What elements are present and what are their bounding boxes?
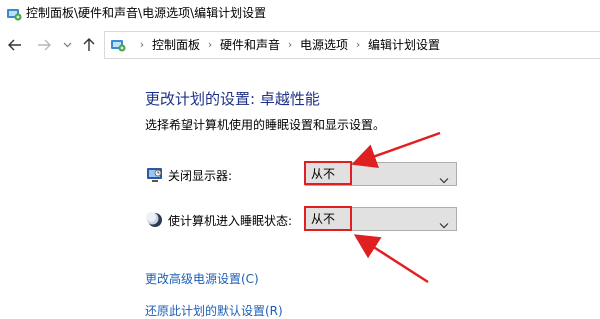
recent-locations-button[interactable]: [61, 36, 73, 54]
annotation-arrow: [351, 131, 441, 169]
chevron-right-icon[interactable]: ›: [284, 37, 296, 53]
setting-label-display: 关闭显示器:: [168, 169, 233, 183]
breadcrumb-item-edit-plan[interactable]: 编辑计划设置: [368, 37, 440, 53]
setting-label-sleep: 使计算机进入睡眠状态:: [168, 214, 293, 228]
navigation-bar: › 控制面板 › 硬件和声音 › 电源选项 › 编辑计划设置: [0, 28, 600, 62]
breadcrumb-item-hardware-sound[interactable]: 硬件和声音: [220, 37, 280, 53]
arrow-right-icon: [37, 39, 51, 51]
annotation-highlight-box: [304, 161, 352, 185]
back-button[interactable]: [6, 36, 24, 54]
control-panel-icon: [5, 5, 23, 23]
annotation-highlight-box: [304, 206, 352, 231]
chevron-right-icon[interactable]: ›: [352, 37, 364, 53]
annotation-arrow: [353, 234, 429, 284]
advanced-power-settings-link[interactable]: 更改高级电源设置(C): [145, 270, 259, 287]
up-button[interactable]: [80, 36, 98, 54]
page-subtitle: 选择希望计算机使用的睡眠设置和显示设置。: [145, 118, 386, 132]
breadcrumb: › 控制面板 › 硬件和声音 › 电源选项 › 编辑计划设置: [132, 37, 440, 53]
page-title: 更改计划的设置: 卓越性能: [145, 90, 320, 108]
chevron-down-icon: [439, 215, 449, 229]
breadcrumb-item-control-panel[interactable]: 控制面板: [152, 37, 200, 53]
chevron-down-icon: [63, 42, 72, 48]
window-title: 控制面板\硬件和声音\电源选项\编辑计划设置: [26, 6, 267, 20]
moon-icon: [145, 210, 165, 230]
address-bar[interactable]: › 控制面板 › 硬件和声音 › 电源选项 › 编辑计划设置: [104, 31, 600, 59]
restore-defaults-link[interactable]: 还原此计划的默认设置(R): [145, 302, 283, 319]
control-panel-icon: [109, 36, 127, 54]
arrow-up-icon: [83, 38, 95, 52]
chevron-down-icon: [439, 170, 449, 184]
chevron-right-icon[interactable]: ›: [204, 37, 216, 53]
chevron-right-icon[interactable]: ›: [136, 37, 148, 53]
monitor-icon: [145, 165, 165, 185]
breadcrumb-item-power-options[interactable]: 电源选项: [300, 37, 348, 53]
arrow-left-icon: [8, 39, 22, 51]
forward-button[interactable]: [35, 36, 53, 54]
title-bar: 控制面板\硬件和声音\电源选项\编辑计划设置: [0, 0, 600, 28]
